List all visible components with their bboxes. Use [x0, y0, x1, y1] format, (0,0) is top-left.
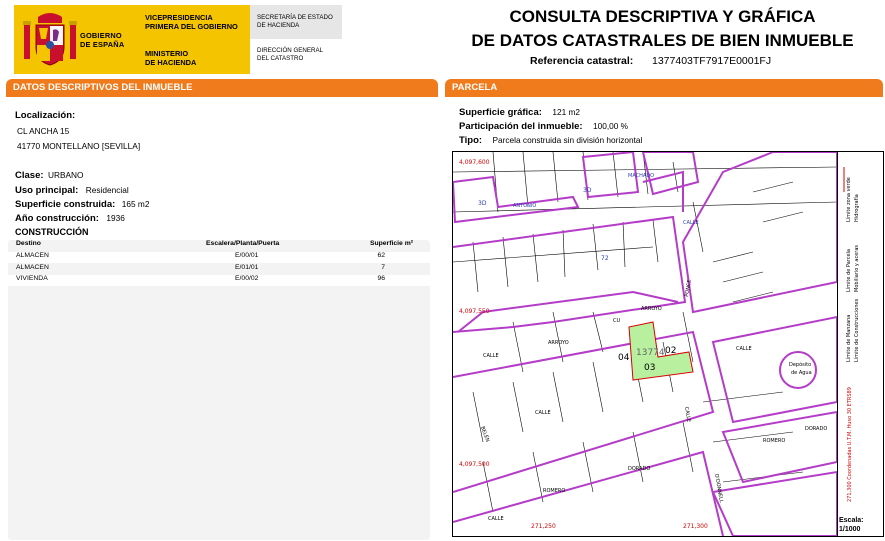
anio-construccion-row: Año construcción: 1936	[15, 213, 125, 224]
svg-text:CALLE: CALLE	[483, 353, 499, 359]
coat-of-arms-icon	[23, 13, 77, 66]
parcel-id: 13774	[636, 348, 665, 358]
coord-y-2: 4,097,550	[459, 308, 490, 315]
table-header: Destino Escalera/Planta/Puerta Superfici…	[16, 240, 413, 247]
svg-text:DORADO: DORADO	[805, 426, 827, 432]
table-row: ALMACEN E/01/01 7	[16, 264, 385, 271]
svg-text:CALLE: CALLE	[488, 516, 504, 522]
gobierno-logo: GOBIERNO DE ESPAÑA	[14, 5, 138, 74]
cadastral-map[interactable]: 3D 3D ANTONIO MACHADO 72 CALLE 04 02 03 1…	[452, 151, 884, 537]
coord-y-1: 4,097,600	[459, 159, 490, 166]
parcel-03: 03	[644, 363, 655, 373]
section-datos-descriptivos: DATOS DESCRIPTIVOS DEL INMUEBLE	[6, 79, 438, 97]
svg-text:CALLE: CALLE	[736, 346, 752, 352]
ministerio-text: MINISTERIO DE HACIENDA	[145, 49, 197, 67]
coord-note: 271,300 Coordenadas U.T.M. Huso 30 ETRS8…	[847, 387, 853, 502]
section-parcela: PARCELA	[445, 79, 883, 97]
parcel-04: 04	[618, 353, 630, 363]
svg-text:ARROYO: ARROYO	[641, 306, 662, 312]
ministerio-block: VICEPRESIDENCIA PRIMERA DEL GOBIERNO MIN…	[138, 5, 250, 74]
svg-text:3D: 3D	[583, 187, 592, 194]
svg-text:CALLE: CALLE	[535, 410, 551, 416]
referencia-value: 1377403TF7917E0001FJ	[652, 55, 772, 67]
svg-text:BELÉN: BELÉN	[479, 425, 492, 443]
svg-text:ANTONIO: ANTONIO	[513, 203, 536, 209]
svg-text:3D: 3D	[478, 200, 487, 207]
svg-text:PONCE: PONCE	[684, 279, 693, 297]
secretaria-block: SECRETARÍA DE ESTADO DE HACIENDA	[250, 5, 342, 39]
legend-construcciones: Límite de Construcciones	[853, 298, 860, 362]
legend-hidrografia: Hidrografía	[853, 194, 860, 222]
page-title: CONSULTA DESCRIPTIVA Y GRÁFICA DE DATOS …	[471, 7, 854, 50]
map-canvas: 3D 3D ANTONIO MACHADO 72 CALLE 04 02 03 1…	[453, 152, 837, 536]
legend-mobiliario: Mobiliario y aceras	[854, 245, 860, 292]
svg-text:72: 72	[601, 255, 609, 262]
legend-manzana: Límite de Manzana	[845, 315, 852, 362]
svg-text:Depósito: Depósito	[789, 361, 811, 368]
svg-text:ROMERO: ROMERO	[543, 488, 565, 494]
svg-text:de Agua: de Agua	[791, 370, 812, 376]
address-line1: CL ANCHA 15	[17, 126, 70, 136]
legend-parcela: Límite de Parcela	[845, 249, 852, 292]
svg-text:DORADO: DORADO	[628, 466, 650, 472]
table-row: ALMACEN E/00/01 62	[8, 252, 430, 263]
table-row: VIVIENDA E/00/02 96	[8, 275, 430, 286]
vicepresidencia-text: VICEPRESIDENCIA PRIMERA DEL GOBIERNO	[145, 13, 238, 31]
svg-text:MACHADO: MACHADO	[628, 173, 654, 179]
coord-x-2: 271,300	[683, 523, 708, 530]
coord-x-1: 271,250	[531, 523, 556, 530]
svg-text:CU: CU	[613, 318, 620, 324]
tipo-row: Tipo: Parcela construida sin división ho…	[459, 135, 643, 146]
map-scale: Escala: 1/1000	[839, 517, 864, 533]
legend-zona-verde: Límite zona verde	[845, 177, 852, 222]
direccion-block: DIRECCIÓN GENERAL DEL CATASTRO	[257, 47, 324, 62]
gobierno-text: GOBIERNO DE ESPAÑA	[80, 31, 125, 49]
svg-text:ROMERO: ROMERO	[763, 438, 785, 444]
construccion-table: Destino Escalera/Planta/Puerta Superfici…	[8, 240, 430, 540]
svg-text:ARROYO: ARROYO	[548, 340, 569, 346]
construccion-title: CONSTRUCCIÓN	[15, 227, 89, 237]
localizacion-label: Localización:	[15, 110, 76, 121]
svg-text:CALLE: CALLE	[683, 220, 699, 226]
coord-y-3: 4,097,500	[459, 461, 490, 468]
legend-canvas: Límite de Manzana Límite de Parcela Lími…	[843, 167, 860, 502]
address-line2: 41770 MONTELLANO [SEVILLA]	[17, 141, 141, 151]
parcel-02: 02	[665, 346, 676, 356]
map-legend: Límite de Manzana Límite de Parcela Lími…	[837, 151, 884, 537]
